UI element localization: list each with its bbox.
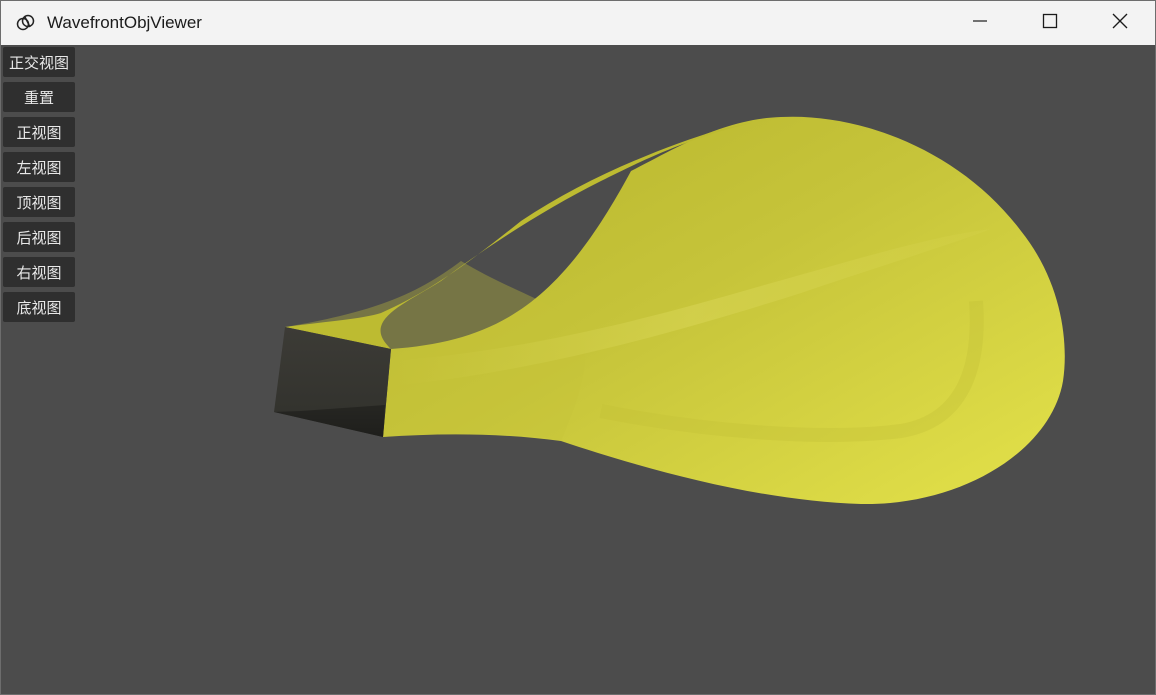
window-title: WavefrontObjViewer xyxy=(47,13,202,32)
window-controls xyxy=(945,1,1155,45)
viewer-logo-icon xyxy=(15,12,37,34)
close-icon xyxy=(1112,13,1128,33)
bottom-view-button[interactable]: 底视图 xyxy=(3,292,75,322)
back-view-button[interactable]: 后视图 xyxy=(3,222,75,252)
right-view-button[interactable]: 右视图 xyxy=(3,257,75,287)
reset-view-button[interactable]: 重置 xyxy=(3,82,75,112)
top-view-button[interactable]: 顶视图 xyxy=(3,187,75,217)
rendered-model[interactable] xyxy=(1,45,1155,694)
left-view-button[interactable]: 左视图 xyxy=(3,152,75,182)
app-window: WavefrontObjViewer 正交视图 重置 正视图 左视图 顶视图 后… xyxy=(0,0,1156,695)
maximize-button[interactable] xyxy=(1015,1,1085,45)
minimize-icon xyxy=(972,13,988,33)
minimize-button[interactable] xyxy=(945,1,1015,45)
title-bar[interactable]: WavefrontObjViewer xyxy=(1,1,1155,45)
orthographic-view-button[interactable]: 正交视图 xyxy=(3,47,75,77)
view-toolbar: 正交视图 重置 正视图 左视图 顶视图 后视图 右视图 底视图 xyxy=(3,47,75,322)
maximize-icon xyxy=(1042,13,1058,33)
close-button[interactable] xyxy=(1085,1,1155,45)
3d-viewport[interactable] xyxy=(1,45,1155,694)
front-view-button[interactable]: 正视图 xyxy=(3,117,75,147)
